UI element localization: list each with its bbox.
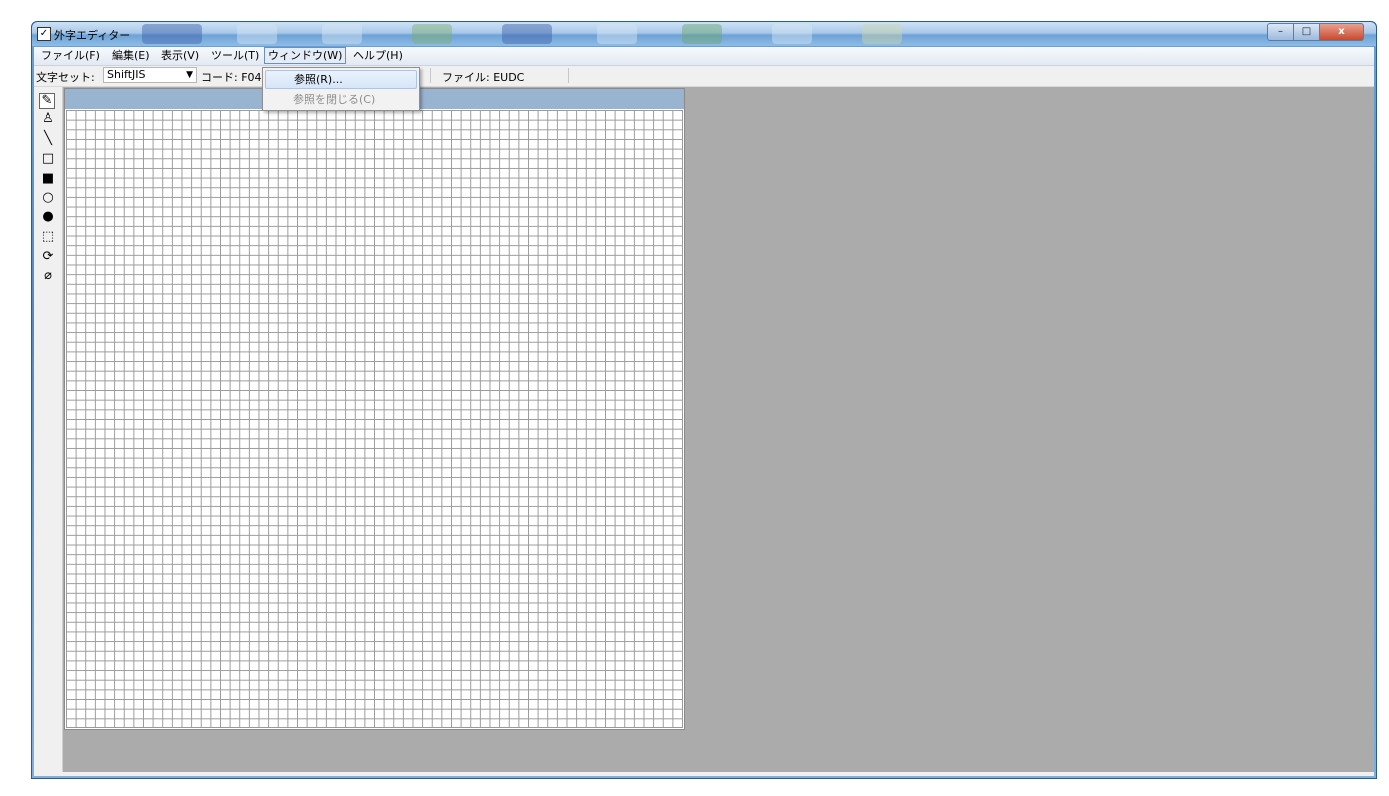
charset-select[interactable]: ShiftJIS ▼ — [103, 67, 197, 83]
rect-select-tool[interactable]: ⬚ — [40, 229, 56, 245]
taskbar-thumbnail — [142, 24, 202, 44]
menu-help[interactable]: ヘルプ(H) — [350, 48, 406, 63]
menu-edit[interactable]: 編集(E) — [109, 48, 153, 63]
tool-palette: ✎ ♙ ╲ □ ■ ○ ● ⬚ ⟳ ⌀ — [34, 87, 63, 772]
menu-file[interactable]: ファイル(F) — [38, 48, 103, 63]
brush-tool[interactable]: ♙ — [40, 111, 56, 127]
client-area: ファイル(F) 編集(E) 表示(V) ツール(T) ウィンドウ(W) ヘルプ(… — [34, 47, 1374, 776]
close-button[interactable]: x — [1320, 23, 1364, 41]
minimize-button[interactable]: – — [1267, 23, 1294, 41]
line-tool[interactable]: ╲ — [40, 131, 56, 147]
code-label: コード: F040 — [201, 71, 269, 84]
app-icon[interactable]: ✓ — [37, 27, 51, 41]
window-menu-dropdown: 参照(R)... 参照を閉じる(C) — [262, 67, 420, 111]
window-title: 外字エディター — [54, 29, 131, 42]
filled-ellipse-tool[interactable]: ● — [40, 209, 56, 225]
charset-label: 文字セット: — [36, 71, 95, 84]
menu-window[interactable]: ウィンドウ(W) — [264, 47, 347, 64]
mdi-workspace — [63, 87, 1374, 772]
menu-view[interactable]: 表示(V) — [158, 48, 202, 63]
menu-item-close-reference[interactable]: 参照を閉じる(C) — [265, 90, 417, 109]
hollow-rect-tool[interactable]: □ — [40, 151, 56, 167]
toolbar-separator — [568, 68, 569, 83]
glyph-editor-window — [64, 88, 685, 730]
dropdown-arrow-icon: ▼ — [186, 70, 193, 80]
taskbar-thumbnail — [412, 24, 452, 44]
maximize-button[interactable]: □ — [1294, 23, 1320, 41]
freeform-select-tool[interactable]: ⟳ — [40, 249, 56, 265]
title-bar[interactable]: ✓ 外字エディター – □ x — [32, 22, 1376, 46]
eraser-tool[interactable]: ⌀ — [40, 268, 56, 284]
taskbar-thumbnail — [502, 24, 552, 44]
app-window: ✓ 外字エディター – □ x ファイル(F) 編集(E) 表示(V) ツール(… — [31, 21, 1377, 779]
taskbar-thumbnail — [772, 24, 812, 44]
taskbar-thumbnail — [682, 24, 722, 44]
taskbar-thumbnail — [322, 24, 362, 44]
taskbar-thumbnail — [862, 24, 902, 44]
menu-item-reference[interactable]: 参照(R)... — [265, 70, 417, 89]
file-label: ファイル: EUDC — [442, 71, 525, 84]
info-toolbar: 文字セット: ShiftJIS ▼ コード: F040 ファイル: EUDC — [34, 66, 1374, 87]
pencil-tool[interactable]: ✎ — [39, 93, 55, 109]
toolbar-separator — [430, 68, 431, 83]
hollow-ellipse-tool[interactable]: ○ — [40, 190, 56, 206]
glyph-edit-grid[interactable] — [66, 110, 683, 728]
taskbar-thumbnail — [597, 24, 637, 44]
filled-rect-tool[interactable]: ■ — [40, 171, 56, 187]
menu-tools[interactable]: ツール(T) — [208, 48, 262, 63]
menu-bar: ファイル(F) 編集(E) 表示(V) ツール(T) ウィンドウ(W) ヘルプ(… — [34, 47, 1374, 66]
taskbar-thumbnail — [237, 24, 277, 44]
charset-value: ShiftJIS — [107, 68, 146, 81]
